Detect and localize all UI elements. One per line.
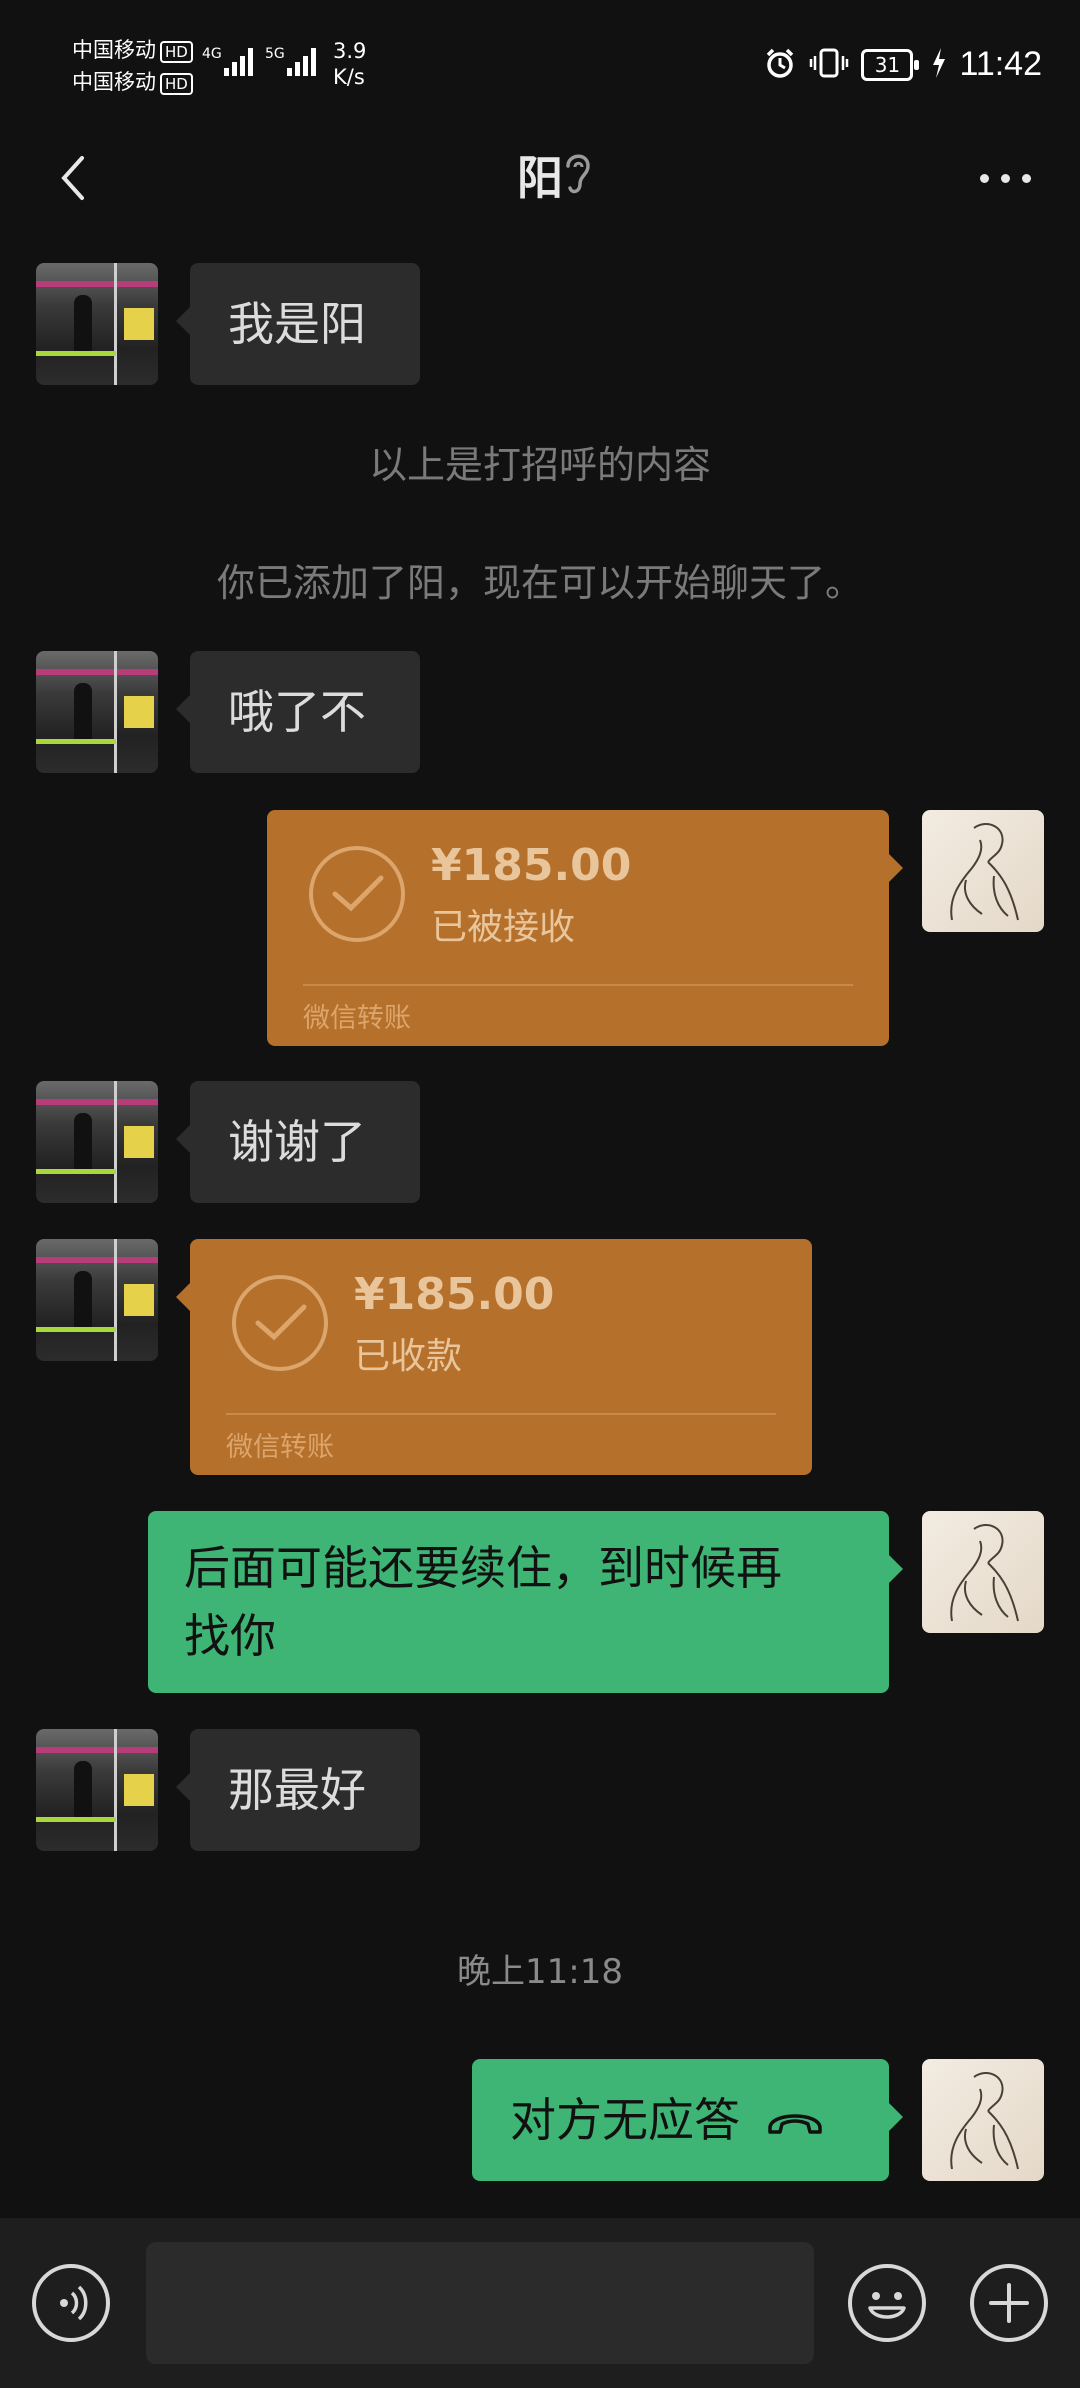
carrier-2-label: 中国移动 [72, 70, 156, 94]
carrier-1: 中国移动 HD [72, 34, 193, 64]
more-dot-icon [980, 173, 989, 183]
transfer-amount: ¥185.00 [431, 840, 632, 891]
transfer-status: 已收款 [354, 1336, 463, 1377]
earpiece-mode-icon [560, 148, 594, 202]
more-options-button[interactable] [980, 160, 1040, 196]
check-circle-icon [309, 846, 405, 942]
hd-badge: HD [160, 41, 193, 63]
sketch-figure-icon [950, 823, 1019, 921]
clock: 11:42 [959, 45, 1042, 83]
status-right: 31 11:42 [763, 45, 1042, 84]
contact-avatar[interactable] [36, 1729, 158, 1851]
chat-header: 阳 [0, 130, 1080, 230]
message-text: 对方无应答 [510, 2093, 740, 2147]
smiley-icon [868, 2292, 906, 2319]
contact-avatar[interactable] [36, 1239, 158, 1361]
speed-value: 3.9 [333, 39, 367, 63]
system-note-added: 你已添加了阳，现在可以开始聊天了。 [216, 561, 863, 605]
my-avatar[interactable] [922, 1511, 1044, 1633]
emoji-button[interactable] [848, 2264, 926, 2342]
battery-icon: 31 [861, 48, 920, 81]
timestamp: 晚上11:18 [457, 1952, 623, 1992]
outgoing-call-message[interactable]: 对方无应答 [472, 2059, 903, 2181]
contact-avatar[interactable] [36, 651, 158, 773]
transfer-label: 微信转账 [303, 1003, 411, 1034]
hd-badge: HD [160, 73, 193, 95]
status-bar: 中国移动 HD 中国移动 HD 4G 5G 3.9 K/s 31 11:42 [0, 0, 1080, 130]
transfer-amount: ¥185.00 [354, 1269, 555, 1320]
voice-icon [60, 2285, 88, 2321]
outgoing-message[interactable]: 后面可能还要续住，到时候再 找你 [148, 1511, 903, 1693]
check-circle-icon [232, 1275, 328, 1371]
voice-input-button[interactable] [32, 2264, 110, 2342]
vibrate-icon [809, 46, 849, 84]
transfer-label: 微信转账 [226, 1432, 334, 1463]
network-type-2: 5G [265, 46, 285, 62]
carrier-2: 中国移动 HD [72, 66, 193, 96]
message-text-line-1: 后面可能还要续住，到时候再 [184, 1541, 782, 1595]
message-text: 那最好 [228, 1763, 366, 1817]
message-input[interactable] [146, 2242, 814, 2364]
incoming-message[interactable]: 谢谢了 [176, 1081, 420, 1203]
my-avatar[interactable] [922, 810, 1044, 932]
transfer-card-outgoing[interactable]: ¥185.00 已被接收 微信转账 [267, 810, 903, 1046]
hang-up-icon [766, 2086, 824, 2154]
transfer-card-incoming[interactable]: ¥185.00 已收款 微信转账 [176, 1239, 812, 1475]
signal-icon-1 [224, 48, 253, 76]
charging-icon [931, 47, 947, 82]
carrier-1-label: 中国移动 [72, 38, 156, 62]
more-dot-icon [1022, 173, 1031, 183]
message-text: 谢谢了 [228, 1115, 366, 1169]
incoming-message[interactable]: 哦了不 [176, 651, 420, 773]
divider [226, 1413, 776, 1415]
more-functions-button[interactable] [970, 2264, 1048, 2342]
message-text: 我是阳 [228, 297, 366, 351]
plus-icon [989, 2283, 1029, 2323]
sketch-figure-icon [950, 1524, 1019, 1622]
contact-avatar[interactable] [36, 263, 158, 385]
speed-unit: K/s [333, 65, 365, 89]
incoming-message[interactable]: 那最好 [176, 1729, 420, 1851]
network-speed: 3.9 K/s [333, 38, 366, 90]
incoming-message[interactable]: 我是阳 [176, 263, 420, 385]
network-type-1: 4G [202, 46, 222, 62]
divider [303, 984, 853, 986]
message-text-line-2: 找你 [184, 1609, 276, 1663]
input-bar [0, 2218, 1080, 2388]
signal-icon-2 [287, 48, 316, 76]
my-avatar[interactable] [922, 2059, 1044, 2181]
message-text: 哦了不 [228, 685, 366, 739]
system-note-greeting: 以上是打招呼的内容 [368, 443, 711, 487]
more-dot-icon [1001, 173, 1010, 183]
contact-avatar[interactable] [36, 1081, 158, 1203]
chat-title: 阳 [517, 151, 563, 205]
alarm-icon [763, 46, 797, 84]
transfer-status: 已被接收 [431, 907, 576, 948]
sketch-figure-icon [950, 2072, 1019, 2170]
